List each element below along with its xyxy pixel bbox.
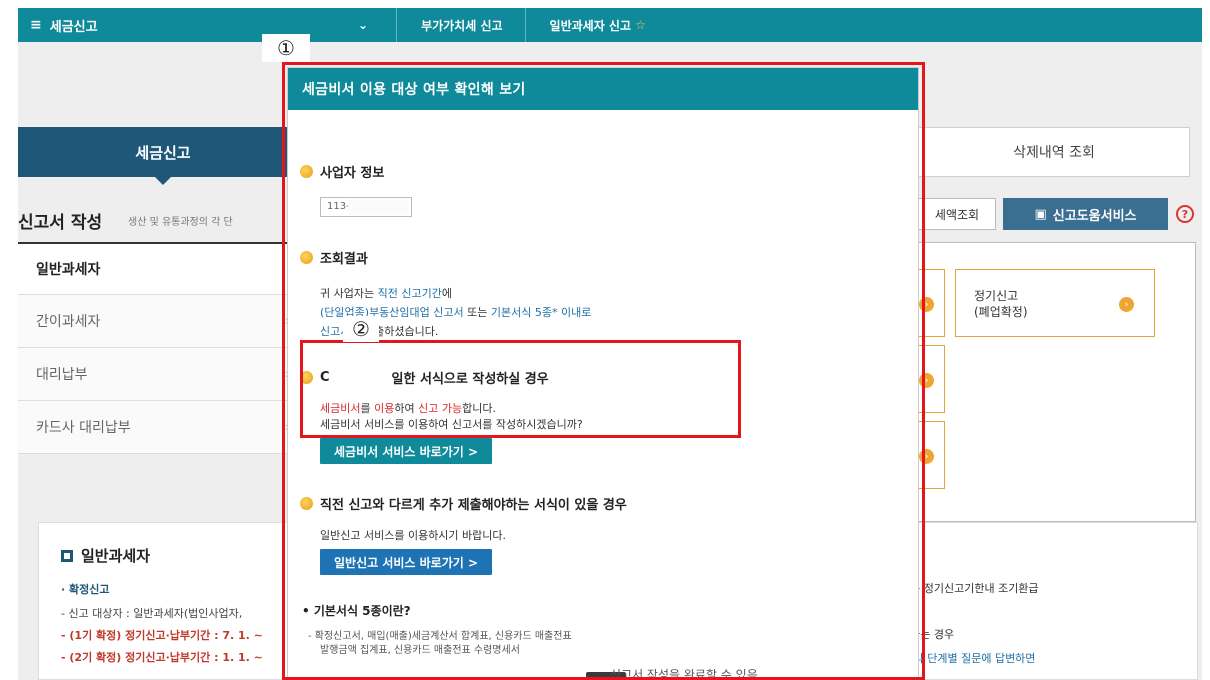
report-card-closure[interactable]: 정기신고 (폐업확정) › (955, 269, 1155, 337)
tab-deleted-history[interactable]: 삭제내역 조회 (918, 127, 1190, 177)
chevron-down-icon: ⌄ (358, 18, 369, 32)
info-line: - (1기 확정) 정기신고·납부기간 : 7. 1. ~ (61, 629, 263, 642)
star-icon[interactable]: ☆ (635, 18, 646, 32)
sidebar: 일반과세자 간이과세자› 대리납부› 카드사 대리납부› (18, 242, 308, 454)
annotation-badge-1: ① (262, 34, 310, 62)
breadcrumb-item-general-taxpayer[interactable]: 일반과세자 신고 ☆ (524, 8, 668, 42)
tax-lookup-button[interactable]: 세액조회 (918, 198, 996, 230)
arrow-right-icon: › (1119, 297, 1134, 312)
section-title: 신고서 작성 (18, 213, 103, 233)
info-line: - (2기 확정) 정기신고·납부기간 : 1. 1. ~ (61, 651, 263, 664)
annotation-frame-2 (300, 340, 741, 438)
square-icon (61, 549, 73, 562)
info-line: - 신고 대상자 : 일반과세자(법인사업자, (61, 607, 243, 620)
top-navigation-bar: ≡ 세금신고 ⌄ 부가가치세 신고 일반과세자 신고 ☆ (18, 8, 1202, 42)
report-type-panel: › 정기신고 (폐업확정) › › › (917, 242, 1196, 522)
breadcrumb-dropdown[interactable]: ⌄ (358, 8, 396, 42)
menu-title: 세금신고 (49, 19, 98, 35)
sidebar-item-proxy-payment[interactable]: 대리납부› (18, 348, 308, 401)
section-subtitle: 생산 및 유통과정의 각 단 (128, 217, 233, 228)
breadcrumb-item-vat[interactable]: 부가가치세 신고 (396, 8, 524, 42)
sidebar-item-simplified[interactable]: 간이과세자› (18, 295, 308, 348)
hamburger-icon: ≡ (30, 17, 42, 33)
annotation-badge-2: ② (343, 316, 379, 342)
tab-tax-report[interactable]: 세금신고 (18, 127, 308, 185)
info-line: · 확정신고 (61, 583, 110, 596)
info-title: 일반과세자 (61, 545, 150, 566)
book-icon: ▣ (1034, 206, 1047, 222)
breadcrumb: ⌄ 부가가치세 신고 일반과세자 신고 ☆ (358, 8, 668, 42)
help-service-button[interactable]: ▣ 신고도움서비스 (1003, 198, 1168, 230)
sidebar-item-general[interactable]: 일반과세자 (18, 242, 308, 295)
menu-button[interactable]: ≡ 세금신고 (18, 16, 358, 35)
sidebar-item-card-proxy[interactable]: 카드사 대리납부› (18, 401, 308, 454)
help-icon[interactable]: ? (1176, 205, 1194, 223)
